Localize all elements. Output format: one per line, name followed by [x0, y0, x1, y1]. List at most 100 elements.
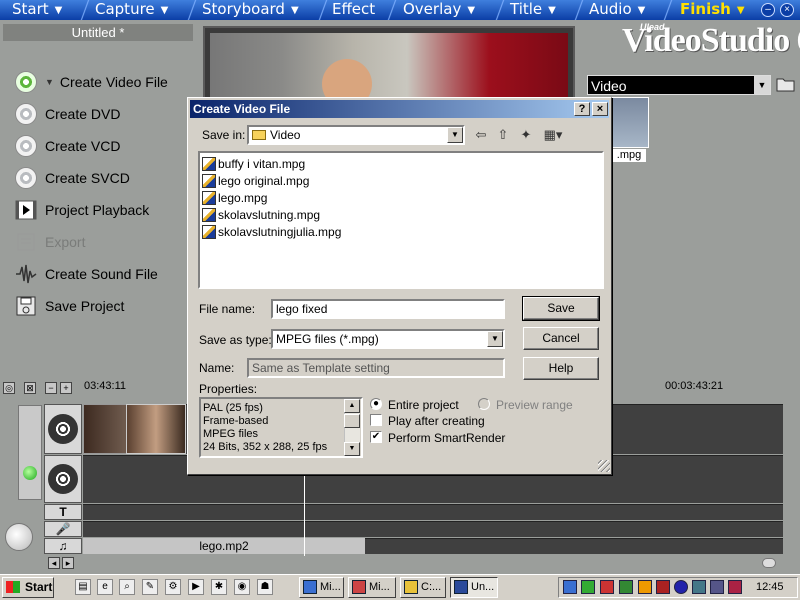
name-label: Name: [199, 361, 235, 375]
quicklaunch-app-icon[interactable]: ◉ [234, 579, 250, 595]
tray-icon[interactable] [728, 580, 742, 594]
cancel-button[interactable]: Cancel [523, 327, 599, 350]
taskbar-task-active[interactable]: Un... [450, 577, 498, 598]
taskbar-task[interactable]: C:... [400, 577, 446, 598]
menu-create-dvd[interactable]: Create DVD [14, 102, 120, 126]
tray-icon[interactable] [619, 580, 633, 594]
step-start[interactable]: Start ▼ [12, 0, 62, 20]
zoom-out-icon[interactable]: − [45, 382, 57, 394]
zoom-in-icon[interactable]: + [60, 382, 72, 394]
mpeg-file-icon [202, 174, 216, 188]
up-folder-icon[interactable]: ⇧ [494, 127, 512, 143]
tray-icon[interactable] [600, 580, 614, 594]
waveform-icon [14, 262, 38, 286]
view-menu-icon[interactable]: ▦▾ [540, 127, 566, 143]
name-field: Same as Template setting [247, 358, 505, 378]
help-icon[interactable]: ? [574, 102, 590, 116]
track-manager-button[interactable] [5, 523, 33, 551]
tray-icon[interactable] [692, 580, 706, 594]
file-name-input[interactable]: lego fixed [271, 299, 505, 319]
open-folder-icon[interactable] [776, 76, 796, 94]
overlay-track-icon[interactable] [44, 455, 82, 503]
play-after-creating-checkbox[interactable]: Play after creating [370, 414, 485, 428]
scroll-right-icon[interactable]: ▸ [62, 557, 74, 569]
preview-range-radio[interactable]: Preview range [478, 398, 573, 412]
save-button[interactable]: Save [522, 296, 600, 321]
file-item[interactable]: lego.mpg [202, 190, 267, 206]
tray-icon[interactable] [581, 580, 595, 594]
timeline-scrollbar[interactable] [0, 556, 800, 570]
chevron-down-icon: ▼ [736, 5, 745, 16]
voice-track-icon[interactable]: 🎤 [44, 521, 82, 537]
step-finish[interactable]: Finish ▼ [680, 0, 745, 20]
quicklaunch-ie-icon[interactable]: e [97, 579, 113, 595]
step-separator [385, 0, 399, 20]
help-button[interactable]: Help [523, 357, 599, 380]
step-audio[interactable]: Audio ▼ [589, 0, 645, 20]
library-clip-thumbnail[interactable] [609, 97, 649, 148]
menu-create-sound-file[interactable]: Create Sound File [14, 262, 158, 286]
step-capture[interactable]: Capture ▼ [95, 0, 168, 20]
tray-icon[interactable] [656, 580, 670, 594]
quicklaunch-desktop-icon[interactable]: ▤ [75, 579, 91, 595]
step-storyboard[interactable]: Storyboard ▼ [202, 0, 299, 20]
scroll-up-icon[interactable]: ▲ [344, 399, 360, 413]
tray-icon[interactable] [674, 580, 688, 594]
step-separator [78, 0, 92, 20]
file-item[interactable]: buffy i vitan.mpg [202, 156, 305, 172]
menu-create-svcd[interactable]: Create SVCD [14, 166, 130, 190]
quicklaunch-media-icon[interactable]: ▶ [188, 579, 204, 595]
properties-label: Properties: [199, 382, 258, 396]
perform-smartrender-checkbox[interactable]: ✔ Perform SmartRender [370, 431, 505, 445]
menu-project-playback[interactable]: Project Playback [14, 198, 149, 222]
menu-save-project[interactable]: Save Project [14, 294, 124, 318]
quicklaunch-app-icon[interactable]: ✱ [211, 579, 227, 595]
quicklaunch-app-icon[interactable]: ⚙ [165, 579, 181, 595]
quicklaunch-app-icon[interactable]: ✎ [142, 579, 158, 595]
title-track-icon[interactable]: T [44, 504, 82, 520]
tray-icon[interactable] [638, 580, 652, 594]
library-category-select[interactable]: Video ▼ [587, 75, 771, 95]
close-button[interactable]: × [780, 3, 794, 17]
file-list[interactable]: buffy i vitan.mpg lego original.mpg lego… [198, 151, 604, 289]
back-arrow-icon[interactable]: ⇦ [472, 127, 490, 143]
taskbar-task[interactable]: Mi... [299, 577, 344, 598]
timeline-view-icon[interactable]: ◎ [3, 382, 15, 394]
voice-track[interactable] [83, 521, 783, 537]
quicklaunch-search-icon[interactable]: ⌕ [119, 579, 135, 595]
tray-icon[interactable] [710, 580, 724, 594]
step-effect[interactable]: Effect [332, 0, 375, 20]
dialog-close-icon[interactable]: × [592, 102, 608, 116]
mpeg-file-icon [202, 208, 216, 222]
file-item[interactable]: lego original.mpg [202, 173, 309, 189]
audio-clip[interactable]: lego.mp2 [83, 538, 365, 554]
resize-grip-icon[interactable] [598, 460, 610, 472]
step-overlay[interactable]: Overlay ▼ [403, 0, 475, 20]
file-item[interactable]: skolavslutningjulia.mpg [202, 224, 341, 240]
entire-project-radio[interactable]: ● Entire project [370, 398, 459, 412]
minimize-button[interactable]: – [761, 3, 775, 17]
new-folder-icon[interactable]: ✦ [517, 127, 535, 143]
quicklaunch-app-icon[interactable]: ☗ [257, 579, 273, 595]
video-clip[interactable] [126, 404, 186, 454]
menu-create-video-file[interactable]: ▼ Create Video File [14, 70, 168, 94]
save-in-select[interactable]: Video ▼ [247, 125, 465, 145]
menu-create-vcd[interactable]: Create VCD [14, 134, 120, 158]
menu-export[interactable]: Export [14, 230, 85, 254]
property-line: PAL (25 fps) [203, 402, 263, 414]
scrollbar-thumb[interactable] [344, 414, 360, 428]
scrollbar-thumb[interactable] [762, 558, 776, 568]
save-as-type-select[interactable]: MPEG files (*.mpg) ▼ [271, 329, 505, 349]
track-enable-icon[interactable] [23, 466, 37, 480]
title-track[interactable] [83, 504, 783, 520]
scroll-left-icon[interactable]: ◂ [48, 557, 60, 569]
music-track-icon[interactable]: ♫ [44, 538, 82, 554]
timeline-mode-icon[interactable]: ⊠ [24, 382, 36, 394]
step-title[interactable]: Title ▼ [510, 0, 556, 20]
file-item[interactable]: skolavslutning.mpg [202, 207, 320, 223]
tray-icon[interactable] [563, 580, 577, 594]
taskbar-task[interactable]: Mi... [348, 577, 396, 598]
scroll-down-icon[interactable]: ▼ [344, 442, 360, 456]
video-track-icon[interactable] [44, 404, 82, 454]
property-line: Frame-based [203, 415, 269, 427]
